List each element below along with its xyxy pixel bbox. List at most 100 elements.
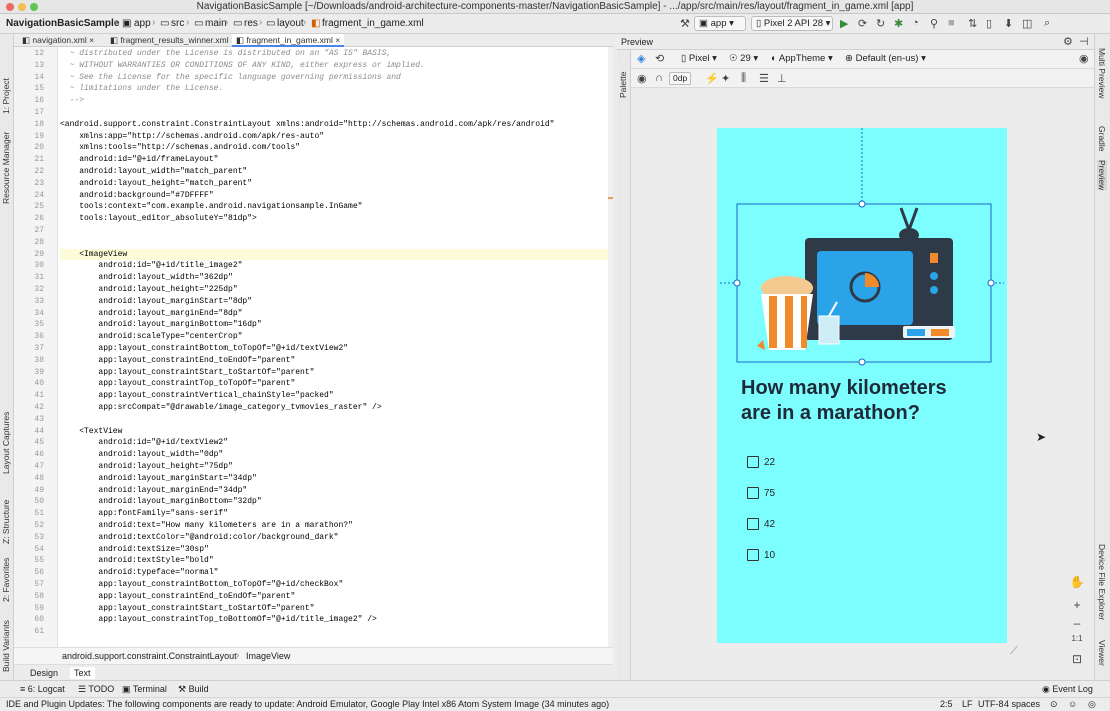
code-line[interactable]: app:layout_constraintEnd_toEndOf="parent… [60, 355, 295, 366]
tool-terminal[interactable]: ▣ Terminal [122, 684, 167, 695]
code-line[interactable]: ~ distributed under the License is distr… [60, 48, 392, 59]
tool-logcat[interactable]: ≡ 6: Logcat [20, 684, 65, 694]
code-line[interactable]: tools:context="com.example.android.navig… [60, 201, 362, 212]
run-icon[interactable]: ▶ [840, 17, 848, 30]
magnet-icon[interactable]: ∩ [655, 72, 663, 84]
guidelines-icon[interactable]: ⊥ [777, 72, 787, 85]
breadcrumb-main[interactable]: main [205, 18, 227, 29]
apply-changes-icon[interactable]: ⟳ [858, 17, 867, 30]
breadcrumb-src[interactable]: src [171, 18, 184, 29]
code-line[interactable]: android:layout_marginEnd="8dp" [60, 308, 242, 319]
restart-icon[interactable]: ↻ [876, 17, 885, 30]
code-line[interactable]: android:layout_marginEnd="34dp" [60, 485, 247, 496]
tool-palette[interactable]: Palette [618, 72, 628, 98]
locale-dropdown[interactable]: ⊕ Default (en-us) ▾ [845, 53, 926, 64]
code-line[interactable]: android:layout_marginStart="8dp" [60, 296, 252, 307]
tool-event-log[interactable]: ◉ Event Log [1042, 684, 1093, 695]
code-line[interactable]: android:scaleType="centerCrop" [60, 331, 242, 342]
update-notification[interactable]: IDE and Plugin Updates: The following co… [0, 697, 1110, 711]
tool-todo[interactable]: ☰ TODO [78, 684, 114, 695]
breadcrumb-layout[interactable]: layout [277, 18, 304, 29]
layout-inspector-icon[interactable]: ◫ [1022, 17, 1032, 30]
code-line[interactable]: tools:layout_editor_absoluteY="81dp"> [60, 213, 257, 224]
answer-checkbox-2[interactable] [747, 487, 759, 499]
code-line[interactable]: android:layout_width="0dp" [60, 449, 223, 460]
code-line[interactable]: android:layout_width="match_parent" [60, 166, 247, 177]
tab-design[interactable]: Design [30, 668, 58, 678]
file-encoding[interactable]: UTF-8 [978, 699, 1004, 709]
code-line[interactable]: ~ limitations under the License. [60, 83, 224, 94]
answer-checkbox-4[interactable] [747, 549, 759, 561]
tool-favorites[interactable]: 2: Favorites [1, 558, 11, 602]
api-dropdown[interactable]: ☉ 29 ▾ [729, 53, 758, 64]
default-margin-input[interactable]: 0dp [669, 72, 692, 85]
code-line[interactable]: android:layout_marginBottom="32dp" [60, 496, 261, 507]
zoom-out-button[interactable]: – [1066, 616, 1088, 634]
code-line[interactable]: android:background="#7DFFFF" [60, 190, 213, 201]
profile-icon[interactable]: ◔ [912, 17, 919, 29]
code-line[interactable]: app:layout_constraintStart_toStartOf="pa… [60, 603, 314, 614]
breadcrumb-project[interactable]: NavigationBasicSample [6, 18, 119, 29]
tool-preview[interactable]: Preview [1097, 160, 1107, 191]
code-line[interactable]: android:layout_height="225dp" [60, 284, 237, 295]
tab-fragment-results-winner[interactable]: ◧ fragment_results_winner.xml × [106, 34, 240, 47]
breadcrumb-app[interactable]: app [134, 18, 151, 29]
code-line[interactable]: android:layout_marginStart="34dp" [60, 473, 256, 484]
code-line[interactable]: android:id="@+id/title_image2" [60, 260, 242, 271]
code-line[interactable]: xmlns:tools="http://schemas.android.com/… [60, 142, 300, 153]
inspector-icon[interactable]: ☺ [1068, 699, 1077, 709]
code-line[interactable]: android:textColor="@android:color/backgr… [60, 532, 338, 543]
run-configuration-select[interactable]: ▣ app ▾ [694, 16, 746, 31]
code-line[interactable]: app:layout_constraintTop_toTopOf="parent… [60, 378, 295, 389]
tool-layout-captures[interactable]: Layout Captures [1, 412, 11, 474]
tab-navigation-xml[interactable]: ◧ navigation.xml × [18, 34, 98, 47]
code-line[interactable]: ~ See the License for the specific langu… [60, 72, 401, 83]
lock-icon[interactable]: ⊙ [1050, 699, 1058, 710]
device-select[interactable]: ▯ Pixel 2 API 28 ▾ [751, 16, 833, 31]
caret-position[interactable]: 2:5 [940, 699, 953, 709]
pan-hand-icon[interactable]: ✋ [1066, 575, 1088, 593]
line-separator[interactable]: LF [962, 699, 973, 709]
infer-constraints-icon[interactable]: ⚡ [705, 72, 719, 85]
tool-multi-preview[interactable]: Multi Preview [1097, 48, 1107, 99]
code-line[interactable]: android:layout_width="362dp" [60, 272, 232, 283]
code-line[interactable]: --> [60, 95, 84, 106]
code-editor[interactable]: ~ distributed under the License is distr… [58, 47, 608, 647]
tool-build-variants[interactable]: Build Variants [1, 620, 11, 672]
code-line[interactable]: <TextView [60, 426, 122, 437]
theme-dropdown[interactable]: ◐ AppTheme ▾ [771, 53, 833, 64]
code-line[interactable]: app:layout_constraintTop_toBottomOf="@+i… [60, 614, 376, 625]
pack-icon[interactable]: ⫼ [741, 72, 746, 85]
code-line[interactable]: app:layout_constraintBottom_toTopOf="@+i… [60, 343, 348, 354]
answer-checkbox-3[interactable] [747, 518, 759, 530]
hide-icon[interactable]: ⊣ [1079, 35, 1089, 48]
hammer-icon[interactable]: ⚒ [680, 17, 690, 30]
tab-fragment-in-game[interactable]: ◧ fragment_in_game.xml × [232, 34, 345, 47]
code-line[interactable]: ~ WITHOUT WARRANTIES OR CONDITIONS OF AN… [60, 60, 425, 71]
tool-viewer[interactable]: Viewer [1097, 640, 1107, 666]
code-line[interactable]: app:fontFamily="sans-serif" [60, 508, 228, 519]
device-preview[interactable]: How many kilometers are in a marathon? 2… [717, 128, 1007, 643]
breadcrumb-res[interactable]: res [244, 18, 258, 29]
code-line[interactable]: android:textStyle="bold" [60, 555, 213, 566]
code-line[interactable]: android:textSize="30sp" [60, 544, 208, 555]
search-icon[interactable]: ⌕ [1044, 17, 1050, 30]
tool-build[interactable]: ⚒ Build [178, 684, 209, 695]
sync-icon[interactable]: ⇅ [968, 17, 977, 30]
warning-icon[interactable]: ◉ [1079, 52, 1089, 65]
notifications-icon[interactable]: ◎ [1088, 699, 1096, 710]
breadcrumb-imageview[interactable]: ImageView [246, 651, 290, 661]
avd-manager-icon[interactable]: ▯ [986, 17, 992, 30]
wand-icon[interactable]: ✦ [721, 72, 730, 85]
code-line[interactable]: android:id="@+id/textView2" [60, 437, 228, 448]
code-line[interactable]: app:layout_constraintStart_toStartOf="pa… [60, 367, 314, 378]
code-line[interactable]: android:layout_marginBottom="16dp" [60, 319, 261, 330]
answer-checkbox-1[interactable] [747, 456, 759, 468]
zoom-actual-size-button[interactable]: 1:1 [1066, 634, 1088, 652]
code-line[interactable]: <android.support.constraint.ConstraintLa… [60, 119, 554, 130]
orientation-icon[interactable]: ⟲ [655, 52, 664, 65]
debug-icon[interactable]: ✱ [894, 17, 903, 30]
tool-gradle[interactable]: Gradle [1097, 126, 1107, 152]
attach-debugger-icon[interactable]: ⚲ [930, 17, 938, 30]
code-line[interactable]: android:id="@+id/frameLayout" [60, 154, 218, 165]
